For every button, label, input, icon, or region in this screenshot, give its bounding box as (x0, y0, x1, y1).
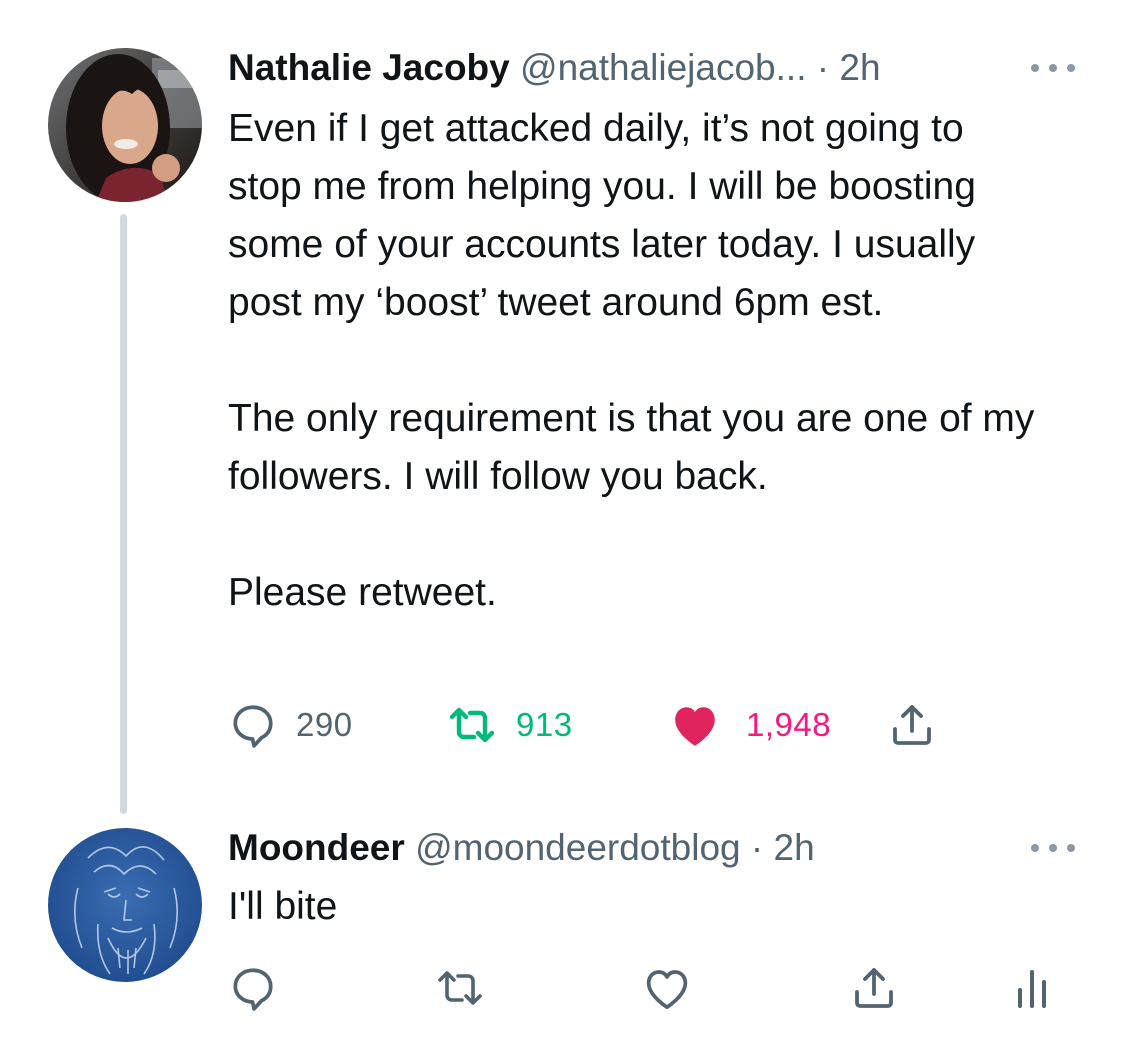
retweet-icon (438, 971, 482, 1005)
share-button[interactable] (888, 697, 936, 753)
tweet[interactable]: Nathalie Jacoby @nathaliejacob... · 2h E… (0, 0, 1125, 820)
author-handle[interactable]: @moondeerdotblog (415, 827, 741, 868)
retweet-button[interactable]: 913 (446, 697, 573, 753)
tweet-actions: 290 913 1,948 (228, 697, 1125, 753)
author-name[interactable]: Moondeer (228, 827, 405, 868)
tweet[interactable]: Moondeer @moondeerdotblog · 2h I'll bite (0, 820, 1125, 1050)
reply-button[interactable] (228, 960, 278, 1016)
author-name[interactable]: Nathalie Jacoby (228, 47, 510, 88)
heart-filled-icon (675, 707, 715, 746)
thread-line (120, 214, 127, 814)
tweet-text: I'll bite (228, 878, 1048, 936)
analytics-button[interactable] (1014, 960, 1050, 1016)
heart-outline-icon (646, 970, 688, 1010)
separator: · (750, 827, 764, 868)
retweet-icon (449, 707, 495, 743)
retweet-count: 913 (516, 706, 573, 743)
timestamp[interactable]: 2h (774, 827, 815, 868)
tweet-header: Nathalie Jacoby @nathaliejacob... · 2h (228, 46, 1085, 90)
reply-icon (233, 968, 273, 1011)
separator: · (816, 47, 830, 88)
tweet-header: Moondeer @moondeerdotblog · 2h (228, 826, 1085, 870)
share-button[interactable] (850, 960, 898, 1016)
retweet-button[interactable] (434, 960, 486, 1016)
more-icon[interactable] (1031, 838, 1075, 858)
timestamp[interactable]: 2h (839, 47, 880, 88)
tweet-paragraph: Even if I get attacked daily, it’s not g… (228, 107, 976, 324)
share-icon (855, 968, 893, 1008)
more-icon[interactable] (1031, 58, 1075, 78)
share-icon (893, 705, 931, 745)
tweet-paragraph: The only requirement is that you are one… (228, 397, 1035, 498)
like-button[interactable] (642, 960, 692, 1016)
tweet-actions (228, 960, 1125, 1016)
reply-icon (233, 705, 273, 748)
like-button[interactable]: 1,948 (670, 697, 831, 753)
tweet-paragraph: Please retweet. (228, 571, 497, 614)
tweet-text: Even if I get attacked daily, it’s not g… (228, 100, 1048, 622)
tweet-paragraph: I'll bite (228, 885, 338, 928)
analytics-icon (1018, 970, 1046, 1008)
like-count: 1,948 (746, 706, 832, 743)
reply-count: 290 (296, 706, 353, 743)
avatar[interactable] (48, 48, 202, 202)
reply-button[interactable]: 290 (228, 697, 353, 753)
avatar[interactable] (48, 828, 202, 982)
author-handle[interactable]: @nathaliejacob... (520, 47, 806, 88)
